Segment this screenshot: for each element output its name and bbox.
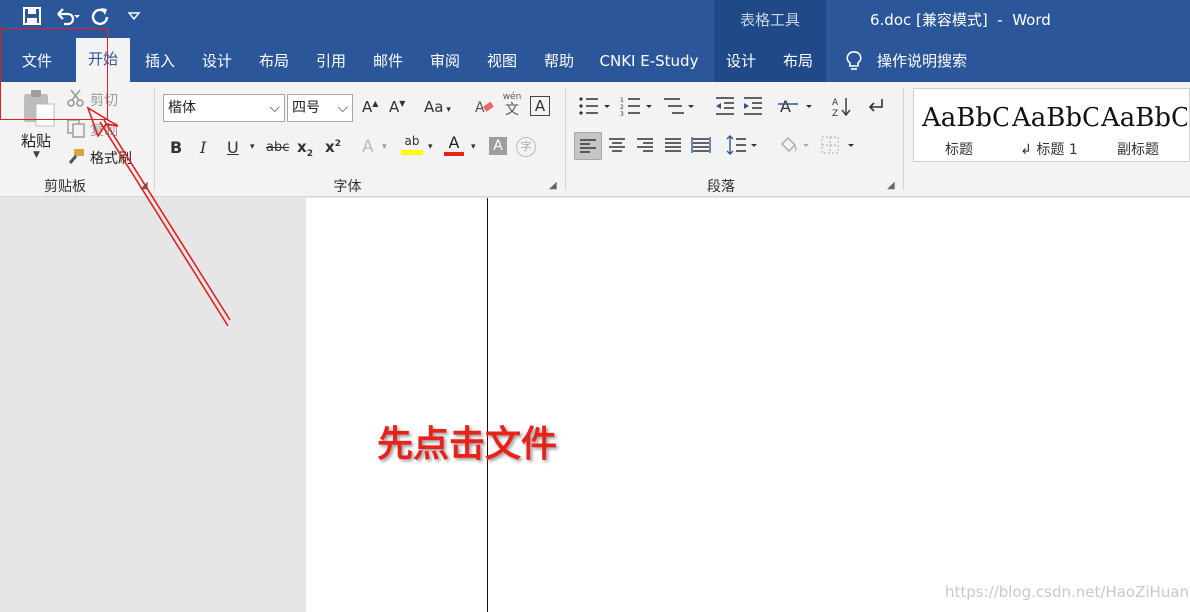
annotation-arrow [86, 106, 231, 327]
